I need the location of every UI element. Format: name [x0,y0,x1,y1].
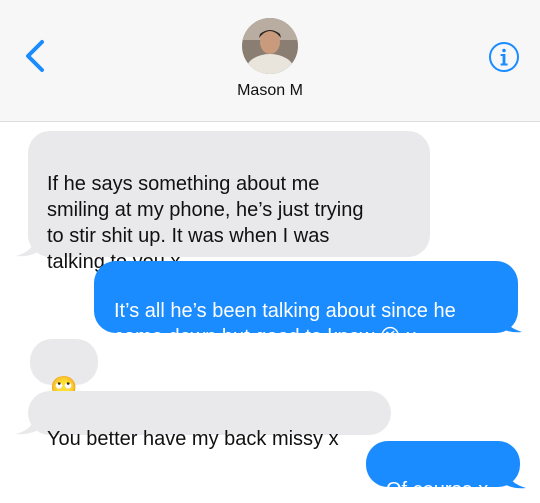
contact-name[interactable]: Mason M [0,82,540,100]
message-bubble-outgoing[interactable]: It’s all he’s been talking about since h… [94,261,518,348]
message-text: Of course x [386,479,489,501]
chevron-left-icon[interactable] [20,38,50,74]
message-text: x [400,326,417,348]
message-bubble-outgoing[interactable]: Of course x [366,441,520,501]
conversation-header: Mason M [0,0,540,122]
info-icon[interactable] [488,41,520,73]
avatar[interactable] [242,18,298,74]
message-bubble-incoming[interactable]: You better have my back missy x [28,391,391,450]
wink-emoji: 😉 [379,326,401,348]
message-bubble-incoming[interactable]: 🙄 [30,339,98,400]
message-text: You better have my back missy x [47,428,339,450]
message-text: If he says something about me smiling at… [47,173,364,273]
message-bubble-incoming[interactable]: If he says something about me smiling at… [28,131,430,273]
